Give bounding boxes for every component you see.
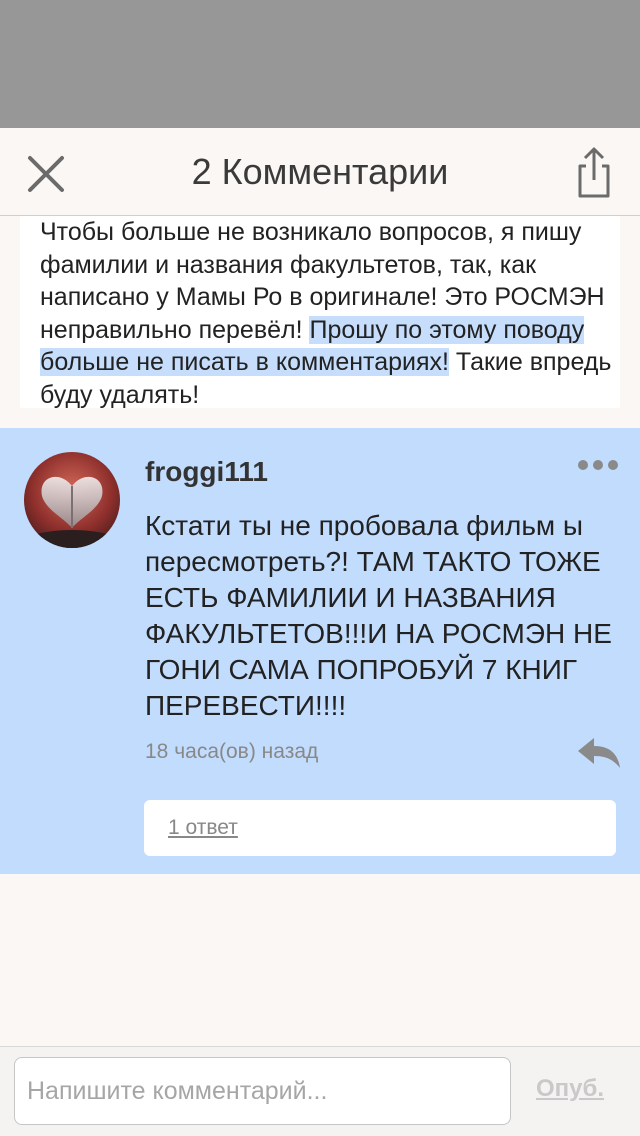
quoted-post-text: Чтобы больше не возникало вопросов, я пи… xyxy=(20,216,620,408)
comment-card: froggi111 Кстати ты не пробовала фильм ы… xyxy=(0,428,640,874)
comment-composer: Опуб. xyxy=(0,1046,640,1136)
replies-box: 1 ответ xyxy=(144,800,616,856)
quoted-post: Чтобы больше не возникало вопросов, я пи… xyxy=(20,216,620,408)
avatar[interactable] xyxy=(24,452,120,548)
page-title: 2 Комментарии xyxy=(191,151,449,192)
header: 2 Комментарии xyxy=(0,128,640,216)
more-options-button[interactable] xyxy=(576,456,620,476)
comment-timestamp: 18 часа(ов) назад xyxy=(145,740,319,763)
close-button[interactable] xyxy=(22,150,70,198)
share-button[interactable] xyxy=(570,144,618,200)
comment-author[interactable]: froggi111 xyxy=(145,456,268,488)
close-icon xyxy=(28,156,64,192)
comment-text: Кстати ты не пробовала фильм ы пересмотр… xyxy=(145,510,612,721)
publish-button[interactable]: Опуб. xyxy=(536,1075,604,1103)
reply-icon xyxy=(578,738,620,768)
status-bar-area xyxy=(0,0,640,128)
reply-button[interactable] xyxy=(576,734,622,770)
comment-input[interactable] xyxy=(14,1057,511,1125)
avatar-image xyxy=(24,452,120,548)
replies-link[interactable]: 1 ответ xyxy=(168,800,238,856)
share-icon xyxy=(578,147,610,198)
